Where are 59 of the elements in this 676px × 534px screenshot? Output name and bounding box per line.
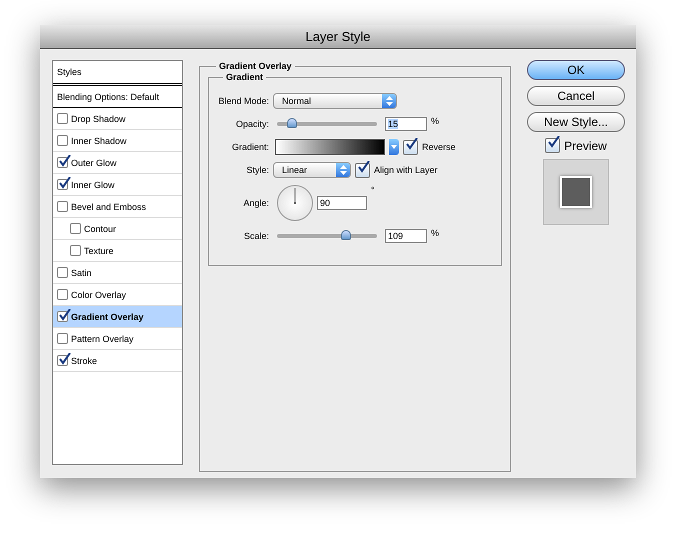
- checkbox[interactable]: [70, 245, 81, 256]
- checkbox[interactable]: [57, 157, 68, 168]
- checkbox-label: Preview: [564, 138, 607, 152]
- group-title: Gradient: [223, 72, 266, 82]
- list-item[interactable]: Inner Glow: [53, 174, 182, 196]
- unit-label: %: [431, 228, 440, 238]
- slider-thumb[interactable]: [341, 230, 351, 240]
- checkbox-label: Reverse: [422, 142, 456, 152]
- list-item[interactable]: Texture: [53, 240, 182, 262]
- window-title: Layer Style: [305, 29, 371, 44]
- list-item[interactable]: Gradient Overlay: [53, 306, 182, 328]
- list-item[interactable]: Blending Options: Default: [53, 86, 182, 108]
- list-item[interactable]: Contour: [53, 218, 182, 240]
- number-field[interactable]: 90: [317, 196, 367, 210]
- angle-dial[interactable]: [277, 185, 313, 221]
- list-item[interactable]: Bevel and Emboss: [53, 196, 182, 218]
- field-label: Gradient:: [230, 142, 269, 152]
- list-item[interactable]: Pattern Overlay: [53, 328, 182, 350]
- number-field[interactable]: 109: [385, 229, 427, 243]
- button[interactable]: Cancel: [527, 86, 625, 106]
- checkbox[interactable]: [57, 135, 68, 146]
- list-item[interactable]: Drop Shadow: [53, 108, 182, 130]
- list-header: Styles: [53, 61, 182, 86]
- checkbox[interactable]: [57, 179, 68, 190]
- field-label: Opacity:: [234, 119, 269, 129]
- preview-thumbnail: [543, 159, 609, 225]
- list-item[interactable]: Inner Shadow: [53, 130, 182, 152]
- checkbox[interactable]: [545, 138, 560, 153]
- stepper-arrows-icon[interactable]: [336, 163, 350, 177]
- checkbox[interactable]: [57, 355, 68, 366]
- checkbox[interactable]: [57, 113, 68, 124]
- list-item[interactable]: Satin: [53, 262, 182, 284]
- unit-label: °: [371, 185, 375, 195]
- blend-mode-dropdown[interactable]: Normal: [273, 93, 397, 109]
- field-label: Angle:: [242, 198, 269, 208]
- checkbox-label: Align with Layer: [374, 165, 438, 175]
- checkbox[interactable]: [70, 223, 81, 234]
- field-label: Scale:: [242, 231, 269, 241]
- checkbox[interactable]: [57, 333, 68, 344]
- checkbox[interactable]: [403, 140, 418, 154]
- gradient-swatch[interactable]: [275, 139, 385, 155]
- field-label: Style:: [245, 165, 269, 175]
- checkbox[interactable]: [355, 162, 370, 178]
- checkbox[interactable]: [57, 267, 68, 278]
- slider-thumb[interactable]: [287, 118, 297, 128]
- section-title: Gradient Overlay: [216, 61, 295, 71]
- button[interactable]: New Style...: [527, 112, 625, 132]
- field-label: Blend Mode:: [217, 96, 269, 106]
- stepper-arrows-icon[interactable]: [382, 94, 396, 108]
- button[interactable]: OK: [527, 60, 625, 80]
- style-dropdown[interactable]: Linear: [273, 162, 351, 178]
- dial-needle: [294, 188, 296, 204]
- number-field[interactable]: 15: [385, 117, 427, 131]
- list-item[interactable]: Outer Glow: [53, 152, 182, 174]
- list-item[interactable]: Stroke: [53, 350, 182, 372]
- unit-label: %: [431, 116, 440, 126]
- checkbox[interactable]: [57, 311, 68, 322]
- checkbox[interactable]: [57, 201, 68, 212]
- checkbox[interactable]: [57, 289, 68, 300]
